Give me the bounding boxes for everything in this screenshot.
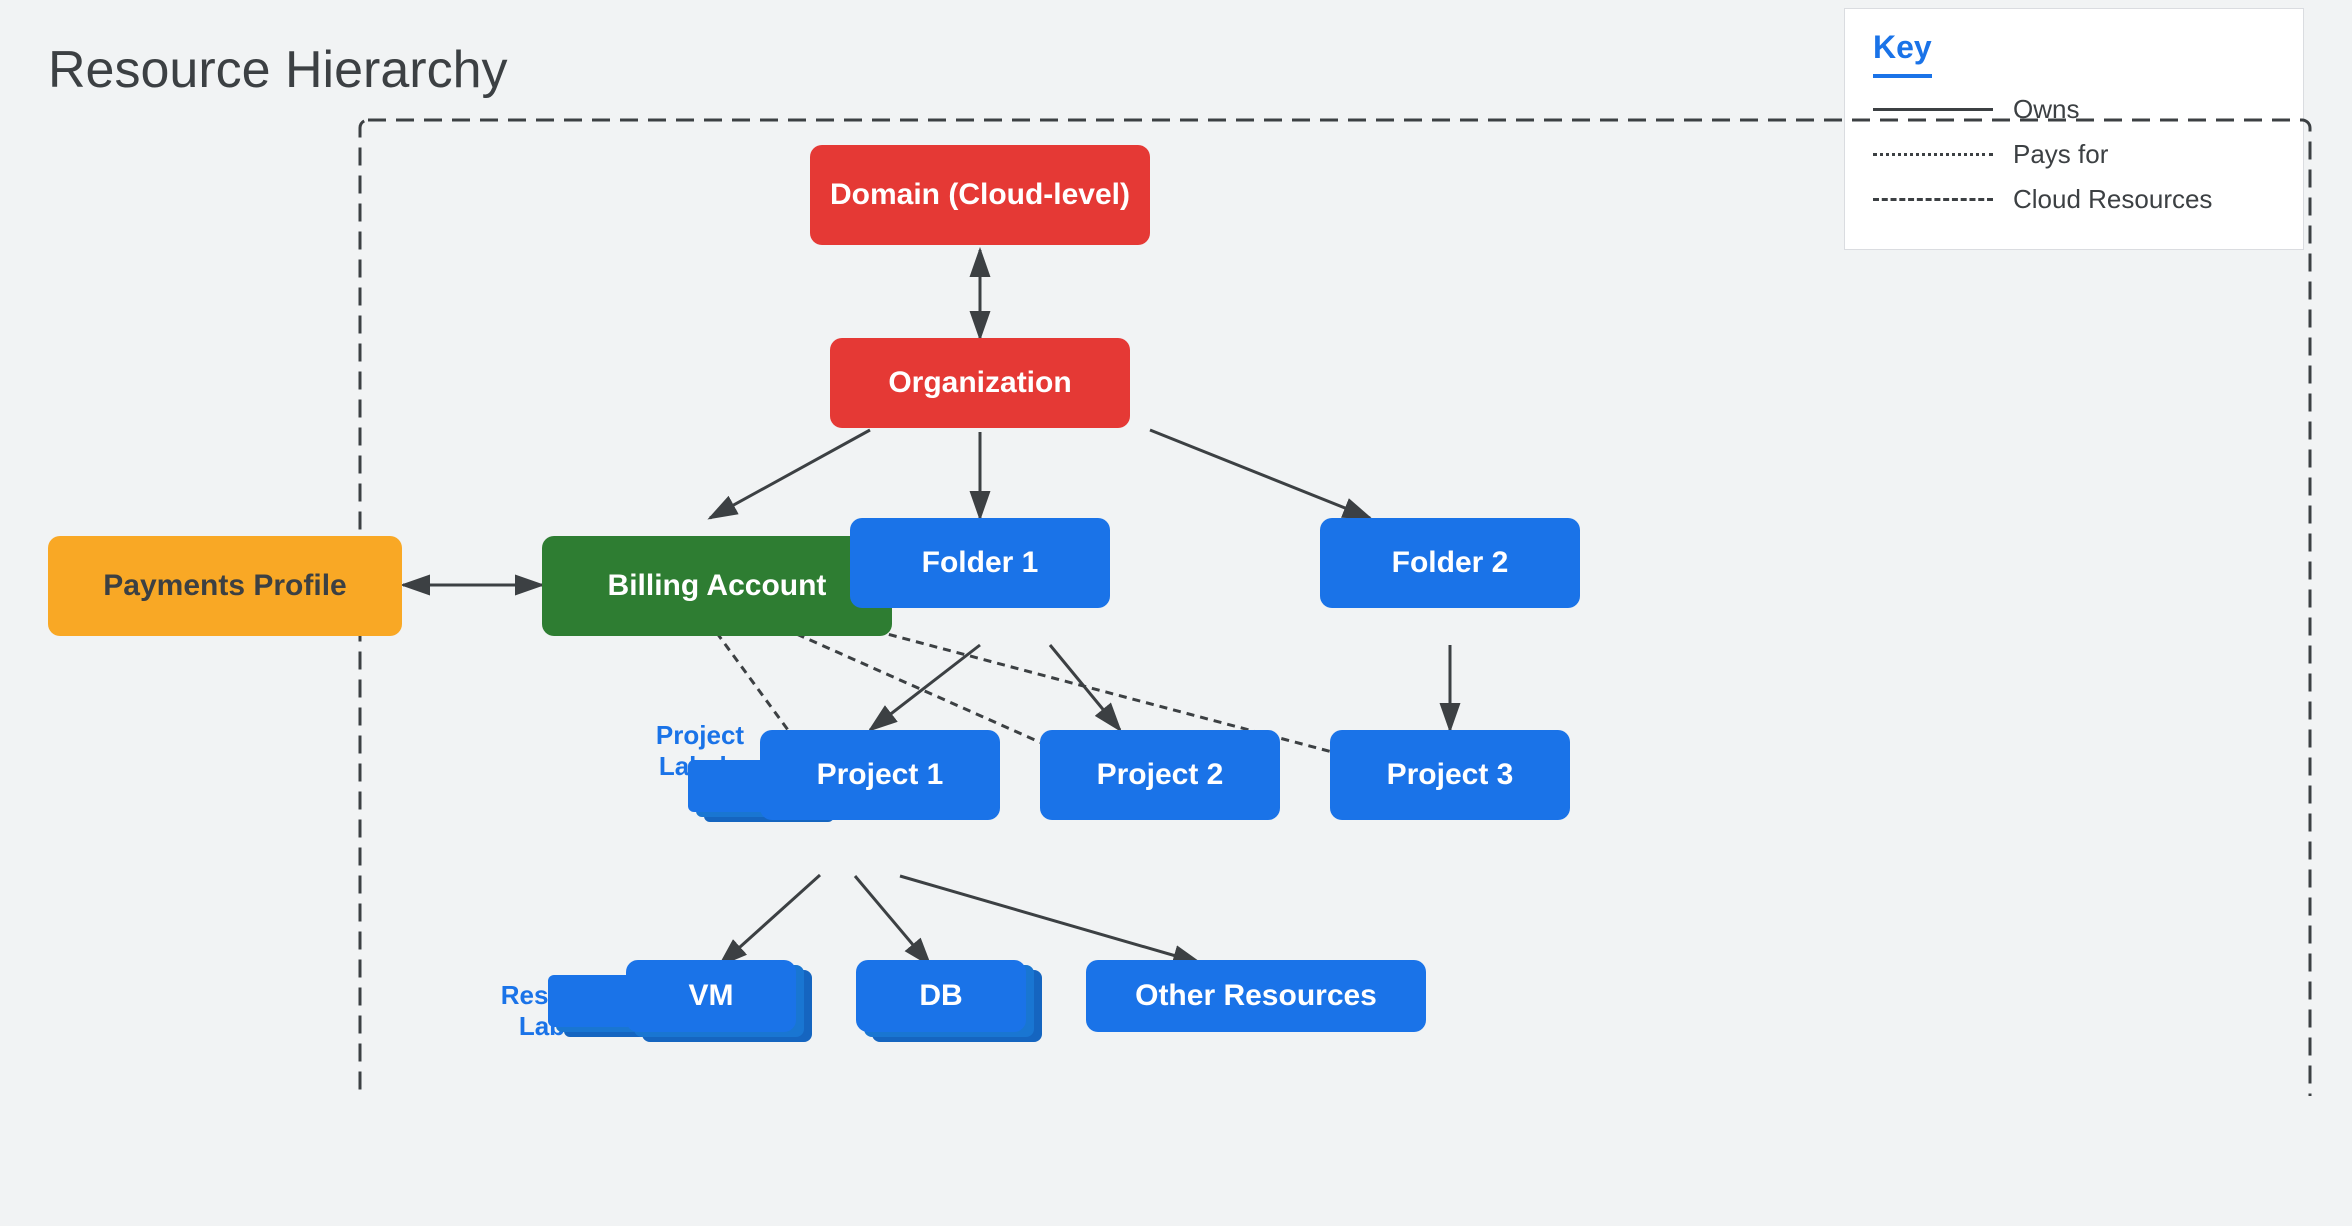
project3-node: Project 3 <box>1330 730 1570 820</box>
billing-account-node: Billing Account <box>542 536 892 636</box>
organization-node: Organization <box>830 338 1130 428</box>
project2-node: Project 2 <box>1040 730 1280 820</box>
folder2-node: Folder 2 <box>1320 518 1580 608</box>
vm-node: VM <box>626 960 796 1032</box>
domain-node: Domain (Cloud-level) <box>810 145 1150 245</box>
other-resources-node: Other Resources <box>1086 960 1426 1032</box>
folder1-node: Folder 1 <box>850 518 1110 608</box>
payments-profile-node: Payments Profile <box>48 536 402 636</box>
db-node: DB <box>856 960 1026 1032</box>
project1-node: Project 1 <box>760 730 1000 820</box>
